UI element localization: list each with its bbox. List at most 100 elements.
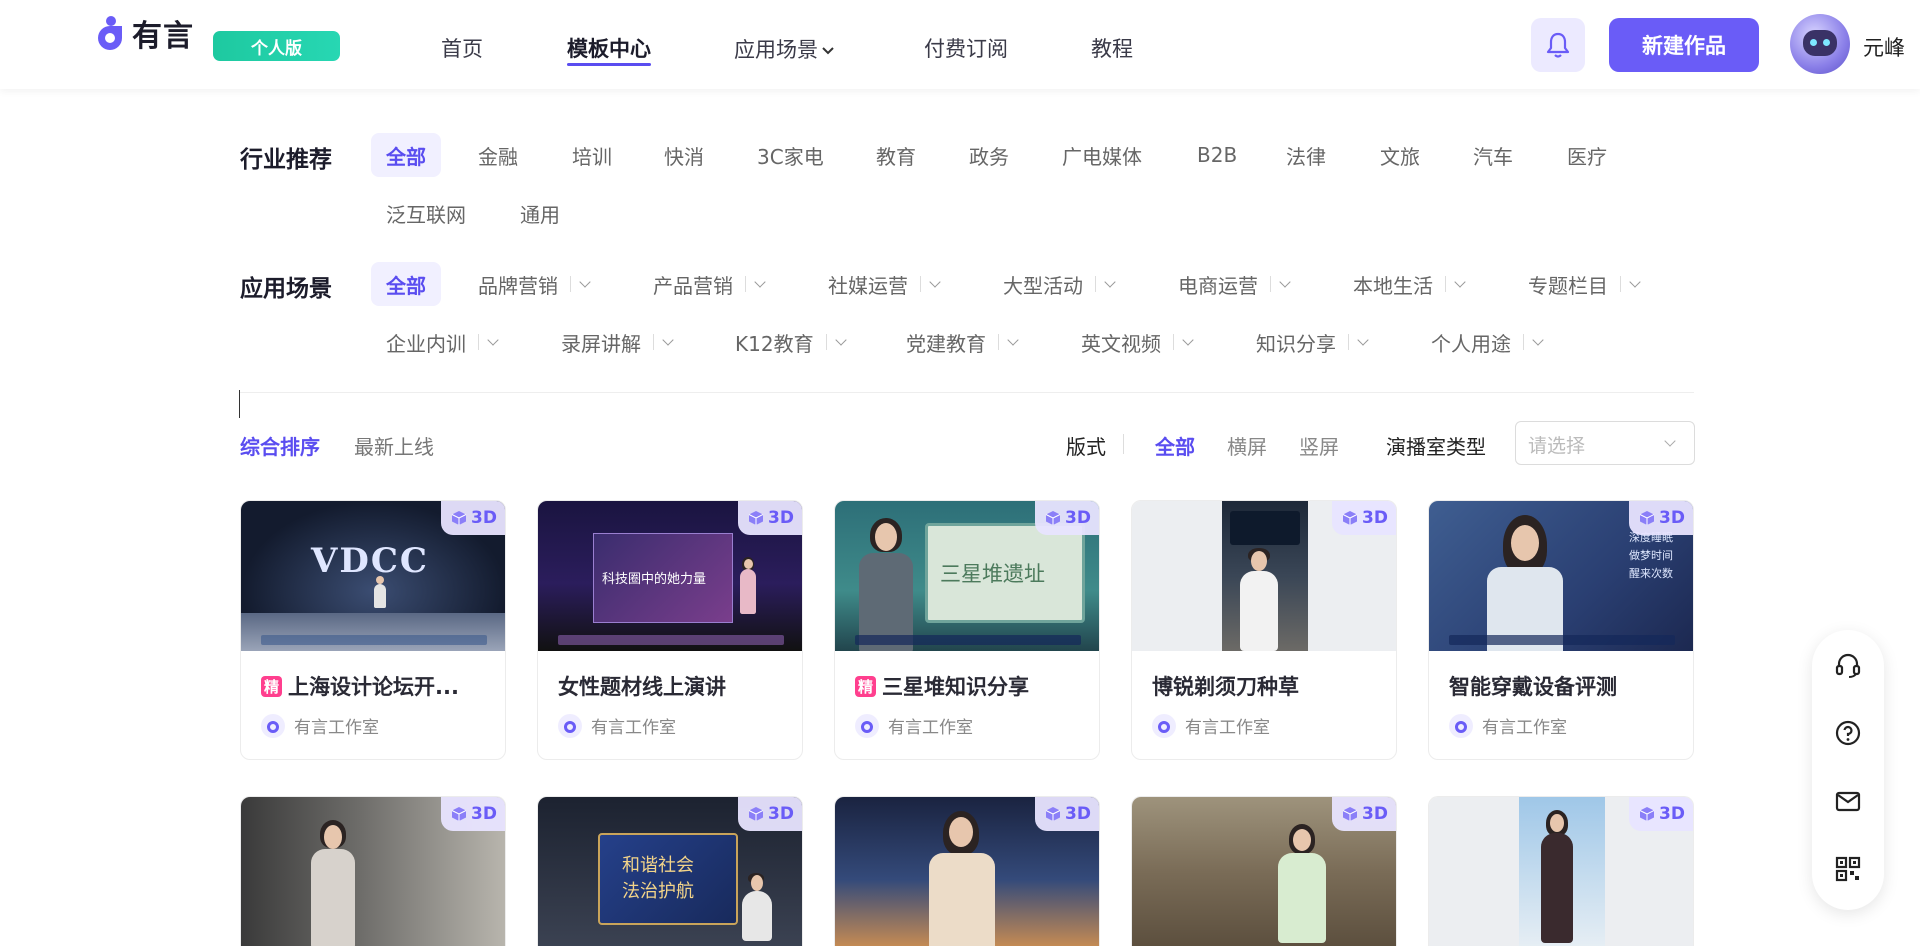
industry-chip-tourism[interactable]: 文旅 <box>1380 133 1420 177</box>
author-logo-icon <box>1449 713 1473 738</box>
scene-chip-knowledge[interactable]: 知识分享 <box>1256 320 1369 364</box>
scene-chip-party[interactable]: 党建教育 <box>906 320 1019 364</box>
thumb-slogan-line: 和谐社会 <box>622 855 694 876</box>
scene-chip-internal-training[interactable]: 企业内训 <box>386 320 499 364</box>
figure-head <box>751 875 763 891</box>
thumb-title-text: VDCC <box>311 541 429 581</box>
chip-separator <box>998 334 999 350</box>
avatar-eye-left <box>1810 39 1817 46</box>
format-landscape[interactable]: 横屏 <box>1227 431 1267 460</box>
avatar[interactable] <box>1790 14 1850 74</box>
template-card[interactable]: 3D <box>1131 796 1397 946</box>
3d-badge: 3D <box>441 797 505 831</box>
scene-chip-local[interactable]: 本地生活 <box>1353 262 1466 306</box>
template-card[interactable]: 和谐社会 法治护航 3D <box>537 796 803 946</box>
scene-chip-event[interactable]: 大型活动 <box>1003 262 1116 306</box>
sort-comprehensive[interactable]: 综合排序 <box>240 431 320 460</box>
template-card[interactable]: 3D <box>1428 796 1694 946</box>
template-card[interactable]: 3D <box>240 796 506 946</box>
scene-chip-product[interactable]: 产品营销 <box>653 262 766 306</box>
nav-tutorial[interactable]: 教程 <box>1091 33 1133 63</box>
template-card[interactable]: 3D 博锐剃须刀种草 有言工作室 <box>1131 500 1397 760</box>
scene-chip-label: K12教育 <box>735 331 814 356</box>
format-portrait[interactable]: 竖屏 <box>1299 431 1339 460</box>
chevron-down-icon <box>1357 333 1369 346</box>
card-author: 有言工作室 <box>1152 713 1270 738</box>
template-card[interactable]: VDCC 3D 精上海设计论坛开... 有言工作室 <box>240 500 506 760</box>
bell-icon <box>1546 32 1570 58</box>
scene-chip-column[interactable]: 专题栏目 <box>1528 262 1641 306</box>
scene-chip-label: 个人用途 <box>1431 331 1511 356</box>
brand-logo[interactable]: 有言 <box>92 13 194 54</box>
chevron-down-icon <box>662 333 674 346</box>
chevron-down-icon <box>822 47 834 55</box>
industry-chip-b2b[interactable]: B2B <box>1197 133 1237 177</box>
plan-badge[interactable]: 个人版 <box>213 31 340 61</box>
industry-chip-medical[interactable]: 医疗 <box>1567 133 1607 177</box>
cube-icon <box>1045 807 1061 821</box>
industry-chip-education[interactable]: 教育 <box>876 133 916 177</box>
scene-chip-ecommerce[interactable]: 电商运营 <box>1178 262 1291 306</box>
studio-type-select[interactable]: 请选择 <box>1515 421 1695 465</box>
template-card[interactable]: 三星堆遗址 3D 精三星堆知识分享 有言工作室 <box>834 500 1100 760</box>
chevron-down-icon <box>1104 275 1116 288</box>
username[interactable]: 元峰 <box>1863 32 1905 62</box>
portrait-video-frame <box>1519 797 1605 946</box>
scene-chip-label: 社媒运营 <box>828 273 908 298</box>
author-name: 有言工作室 <box>1482 718 1567 738</box>
mail-icon[interactable] <box>1834 787 1862 815</box>
scene-chip-brand[interactable]: 品牌营销 <box>478 262 591 306</box>
template-card[interactable]: 深度睡眠 做梦时间 醒来次数 3D 智能穿戴设备评测 有言工作室 <box>1428 500 1694 760</box>
headset-icon[interactable] <box>1834 651 1862 679</box>
nav-subscription[interactable]: 付费订阅 <box>924 33 1008 63</box>
industry-chip-general[interactable]: 通用 <box>520 191 560 235</box>
scene-chip-screen-recording[interactable]: 录屏讲解 <box>561 320 674 364</box>
figure-body <box>1240 571 1278 651</box>
industry-chip-3c[interactable]: 3C家电 <box>757 133 824 177</box>
scene-chip-english[interactable]: 英文视频 <box>1081 320 1194 364</box>
cube-icon <box>1342 807 1358 821</box>
industry-chip-auto[interactable]: 汽车 <box>1473 133 1513 177</box>
sort-latest[interactable]: 最新上线 <box>354 431 434 460</box>
industry-chip-finance[interactable]: 金融 <box>478 133 518 177</box>
nav-template-center[interactable]: 模板中心 <box>567 33 651 63</box>
new-work-button[interactable]: 新建作品 <box>1609 18 1759 72</box>
industry-chip-media[interactable]: 广电媒体 <box>1062 133 1142 177</box>
chip-separator <box>1523 334 1524 350</box>
chevron-down-icon <box>834 333 847 346</box>
figure-head <box>744 559 753 569</box>
scene-chip-label: 电商运营 <box>1178 273 1258 298</box>
thumb-title-text: 科技圈中的她力量 <box>602 572 707 587</box>
cube-icon <box>748 511 764 525</box>
cube-icon <box>1639 807 1655 821</box>
format-all[interactable]: 全部 <box>1155 431 1195 460</box>
portrait-video-frame <box>1222 501 1308 651</box>
scene-chip-personal[interactable]: 个人用途 <box>1431 320 1544 364</box>
industry-chip-all[interactable]: 全部 <box>371 133 441 177</box>
text-cursor <box>239 390 240 418</box>
chevron-down-icon <box>1007 333 1019 346</box>
scene-chip-social[interactable]: 社媒运营 <box>828 262 941 306</box>
industry-chip-law[interactable]: 法律 <box>1286 133 1326 177</box>
card-thumbnail: 3D <box>241 797 505 946</box>
avatar-eye-right <box>1823 39 1830 46</box>
industry-chip-internet[interactable]: 泛互联网 <box>386 191 466 235</box>
template-card[interactable]: 3D <box>834 796 1100 946</box>
notification-button[interactable] <box>1531 18 1585 72</box>
scene-chip-k12[interactable]: K12教育 <box>735 320 847 364</box>
3d-badge-label: 3D <box>1362 508 1388 528</box>
industry-chip-training[interactable]: 培训 <box>572 133 612 177</box>
qrcode-icon[interactable] <box>1834 855 1862 883</box>
figure-head <box>1511 525 1539 561</box>
help-icon[interactable] <box>1834 719 1862 747</box>
industry-chip-government[interactable]: 政务 <box>969 133 1009 177</box>
scene-chip-all[interactable]: 全部 <box>371 262 441 306</box>
industry-chip-fmcg[interactable]: 快消 <box>664 133 704 177</box>
template-card[interactable]: 科技圈中的她力量 3D 女性题材线上演讲 有言工作室 <box>537 500 803 760</box>
nav-scenes[interactable]: 应用场景 <box>734 34 836 64</box>
figure-body <box>374 584 386 608</box>
nav-home[interactable]: 首页 <box>441 33 483 63</box>
author-name: 有言工作室 <box>591 718 676 738</box>
chevron-down-icon <box>1182 333 1194 346</box>
card-thumbnail: 3D <box>1132 797 1396 946</box>
